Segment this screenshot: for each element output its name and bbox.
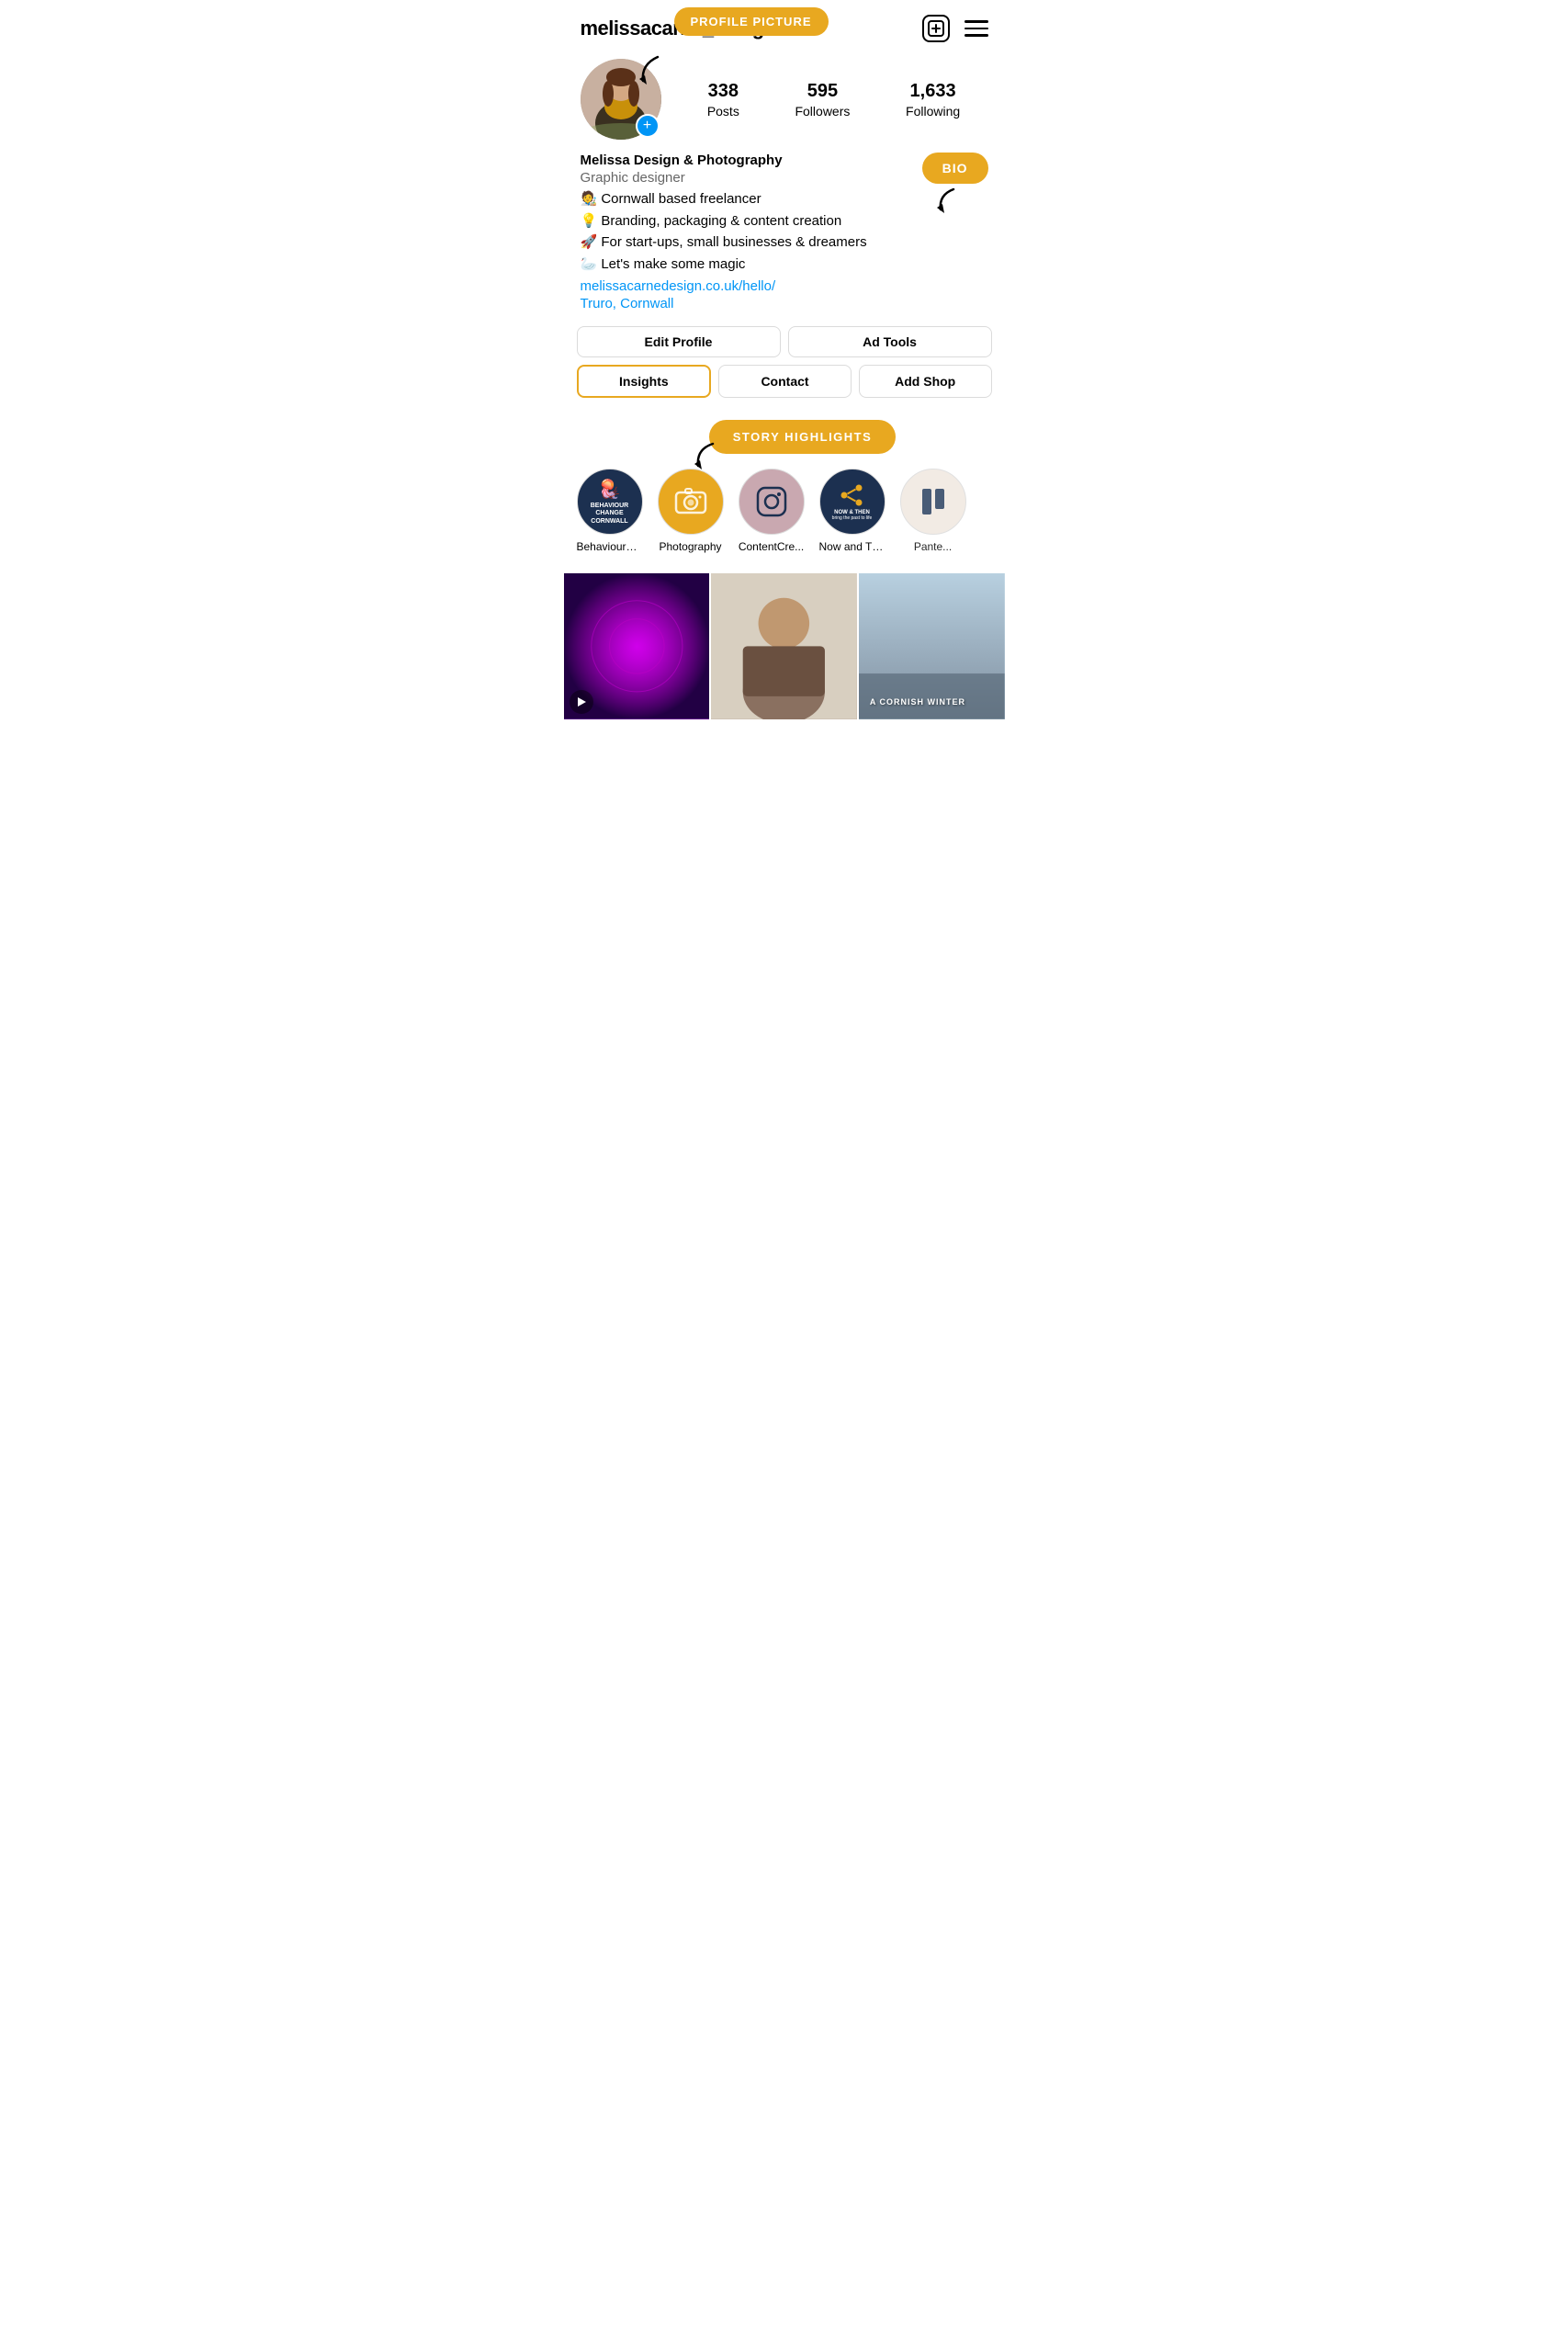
bio-line-2: 💡 Branding, packaging & content creation	[581, 211, 988, 232]
play-icon	[575, 695, 588, 708]
header-icons	[922, 15, 988, 42]
highlights-section: STORY HIGHLIGHTS 🪼 BEHAVIOURCHANGECORNWA…	[564, 398, 1005, 564]
nowandthen-text: NOW & THENbring the past to life	[832, 510, 873, 521]
buttons-row-2: Insights Contact Add Shop	[577, 365, 992, 398]
story-highlights-annotation: STORY HIGHLIGHTS	[709, 420, 897, 454]
insights-button[interactable]: Insights	[577, 365, 712, 398]
camera-icon	[674, 485, 707, 518]
highlight-circle-content	[739, 469, 805, 535]
nowandthen-inner: NOW & THENbring the past to life	[827, 477, 878, 526]
highlight-circle-nowandthen: NOW & THENbring the past to life	[819, 469, 886, 535]
followers-stat[interactable]: 595 Followers	[795, 81, 850, 119]
reels-icon	[570, 690, 593, 714]
buttons-section: Edit Profile Ad Tools Insights Contact A…	[564, 311, 1005, 398]
add-post-icon[interactable]	[922, 15, 950, 42]
hamburger-menu-icon[interactable]	[964, 20, 988, 37]
posts-grid: A CORNISH WINTER	[564, 573, 1005, 719]
bio-line-3: 🚀 For start-ups, small businesses & drea…	[581, 232, 988, 254]
post-item[interactable]	[564, 573, 710, 719]
add-story-button[interactable]: +	[636, 114, 660, 138]
highlight-item[interactable]: Photography	[658, 469, 724, 553]
highlight-circle-behaviour: 🪼 BEHAVIOURCHANGECORNWALL	[577, 469, 643, 535]
bio-link[interactable]: melissacarnedesign.co.uk/hello/	[581, 278, 988, 294]
instagram-icon	[756, 486, 787, 517]
posts-stat[interactable]: 338 Posts	[707, 81, 739, 119]
post-thumbnail	[711, 573, 857, 719]
stats-row: 338 Posts 595 Followers 1,633 Following	[680, 81, 988, 119]
highlight-label: Photography	[659, 540, 721, 553]
highlight-item[interactable]: 🪼 BEHAVIOURCHANGECORNWALL BehaviourC...	[577, 469, 643, 553]
followers-label: Followers	[795, 104, 850, 119]
followers-count: 595	[807, 81, 838, 102]
following-stat[interactable]: 1,633 Following	[906, 81, 960, 119]
menu-line	[964, 28, 988, 30]
bio-section: Melissa Design & Photography Graphic des…	[564, 140, 1005, 311]
post-text: A CORNISH WINTER	[866, 694, 969, 712]
menu-line	[964, 34, 988, 37]
highlight-label: ContentCre...	[739, 540, 804, 553]
edit-profile-button[interactable]: Edit Profile	[577, 326, 781, 357]
ad-tools-button[interactable]: Ad Tools	[788, 326, 992, 357]
behaviour-inner: 🪼 BEHAVIOURCHANGECORNWALL	[585, 472, 634, 531]
highlight-circle-pant	[900, 469, 966, 535]
following-count: 1,633	[910, 81, 956, 102]
highlights-title-wrap: STORY HIGHLIGHTS	[564, 420, 1005, 454]
highlight-item[interactable]: ContentCre...	[739, 469, 805, 553]
highlight-label: Now and Th...	[819, 540, 886, 553]
palette-icon	[917, 485, 950, 518]
share-node-icon	[839, 482, 864, 508]
profile-section: PROFILE PICTURE	[564, 51, 1005, 140]
posts-count: 338	[708, 81, 739, 102]
add-shop-button[interactable]: Add Shop	[859, 365, 992, 398]
highlights-scroll: 🪼 BEHAVIOURCHANGECORNWALL BehaviourC... …	[564, 469, 1005, 553]
post-thumbnail: A CORNISH WINTER	[859, 573, 1005, 719]
bio-location: Truro, Cornwall	[581, 296, 988, 311]
bio-annotation: BIO	[922, 153, 988, 184]
buttons-row-1: Edit Profile Ad Tools	[577, 326, 992, 357]
behaviour-text: BEHAVIOURCHANGECORNWALL	[591, 503, 628, 526]
profile-top: PROFILE PICTURE	[581, 59, 988, 140]
menu-line	[964, 20, 988, 23]
highlight-item[interactable]: Pante...	[900, 469, 966, 553]
following-label: Following	[906, 104, 960, 119]
avatar-wrap: PROFILE PICTURE	[581, 59, 661, 140]
posts-label: Posts	[707, 104, 739, 119]
highlight-label: BehaviourC...	[577, 540, 643, 553]
bio-line-1: 🧑‍🎨 Cornwall based freelancer	[581, 189, 988, 210]
contact-button[interactable]: Contact	[718, 365, 852, 398]
post-item[interactable]: A CORNISH WINTER	[859, 573, 1005, 719]
highlight-item[interactable]: NOW & THENbring the past to life Now and…	[819, 469, 886, 553]
highlight-label: Pante...	[914, 540, 952, 553]
highlight-circle-photography	[658, 469, 724, 535]
profile-picture-annotation: PROFILE PICTURE	[674, 7, 829, 36]
bio-line-4: 🦢 Let's make some magic	[581, 254, 988, 276]
post-item[interactable]	[711, 573, 857, 719]
